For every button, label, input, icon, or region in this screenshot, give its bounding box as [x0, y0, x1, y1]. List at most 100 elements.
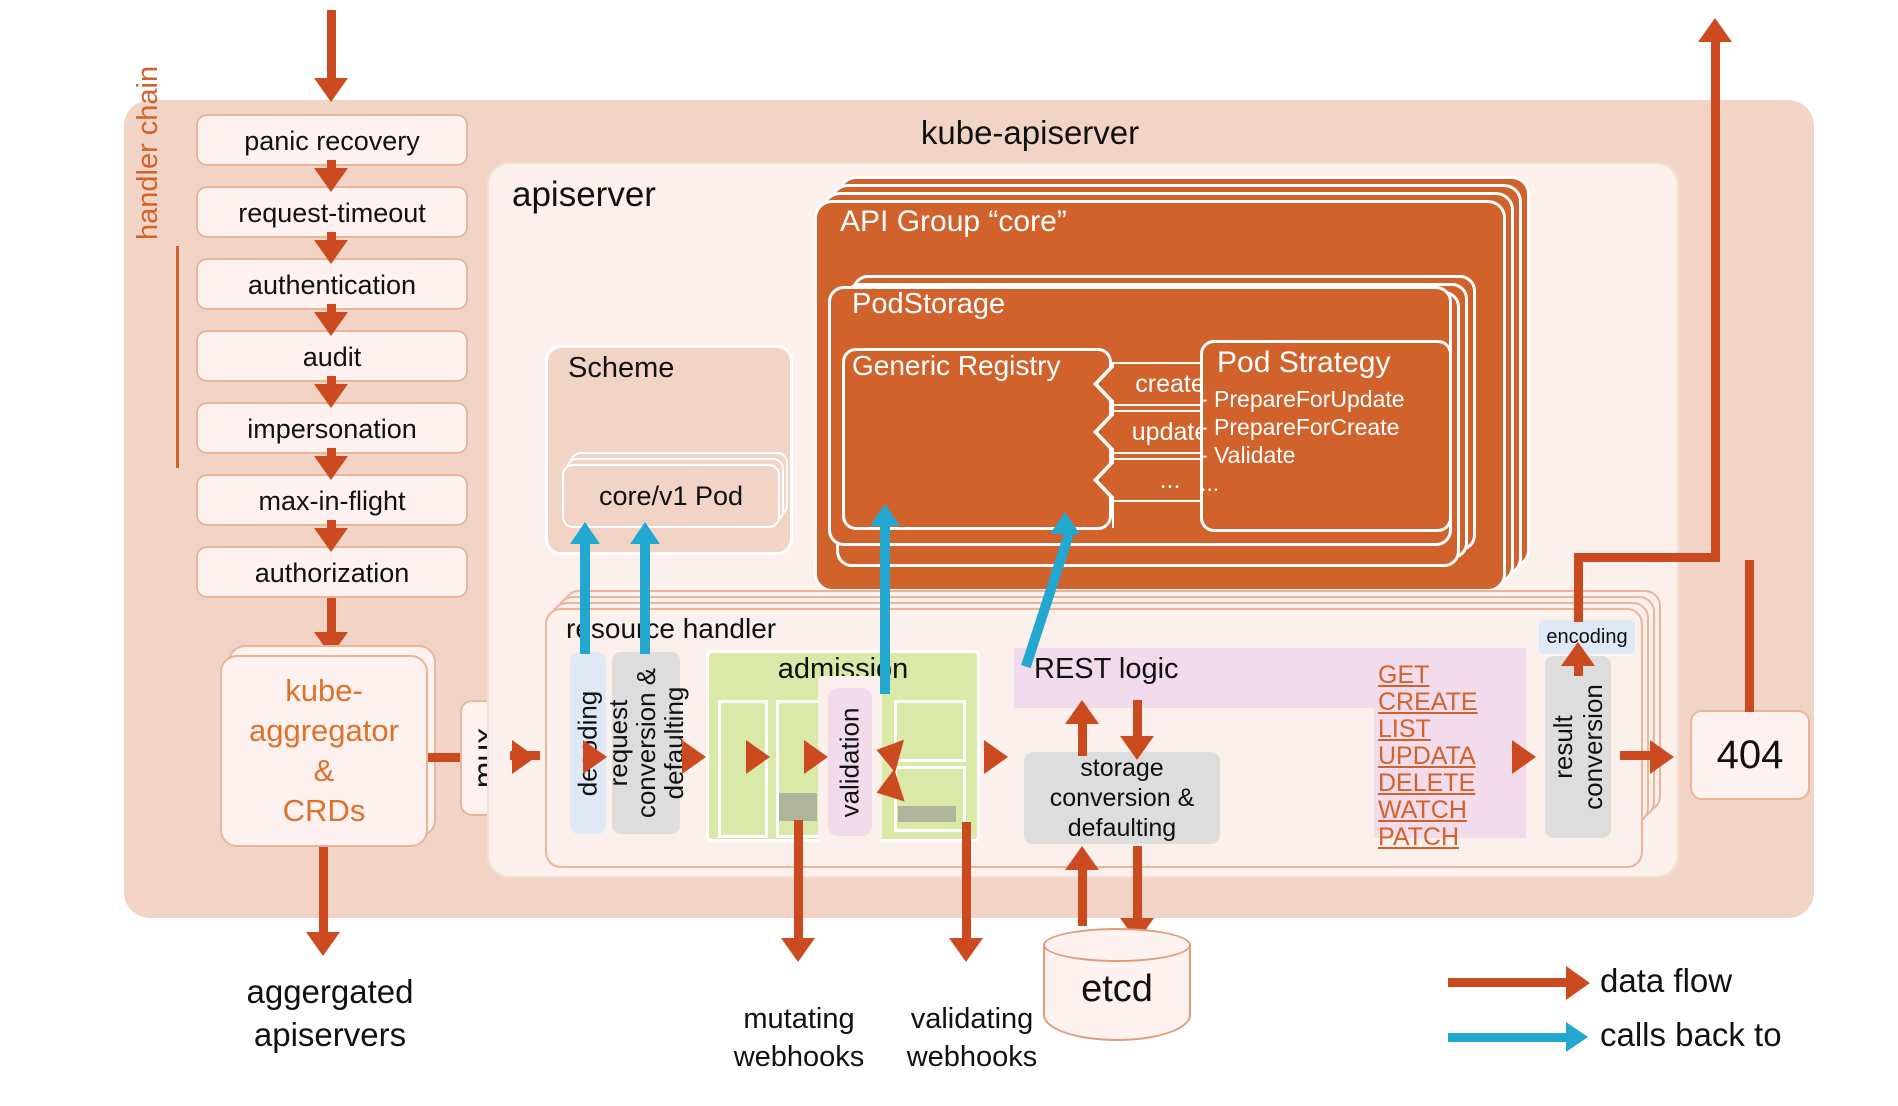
conversion-to-scheme-arrow	[630, 522, 660, 544]
api-group-title: API Group “core”	[840, 205, 1067, 238]
kube-aggregator-crds-box[interactable]: kube- aggregator & CRDs	[220, 655, 428, 847]
incoming-request-line	[327, 10, 336, 82]
chain-link-1-arrow	[314, 168, 348, 192]
admission-step-arrow-2	[804, 740, 828, 774]
incoming-request-arrowhead	[314, 78, 348, 102]
legend-data-flow-line	[1448, 978, 1570, 987]
pod-strategy-item-1: - PrepareForCreate	[1200, 414, 1400, 440]
storage-conversion-defaulting-box[interactable]: storage conversion & defaulting	[1024, 752, 1220, 844]
pod-strategy-item-0: - PrepareForUpdate	[1200, 386, 1405, 412]
admission-step-arrow-1	[746, 740, 770, 774]
legend-calls-back-arrowhead	[1566, 1022, 1588, 1052]
result-to-404-line	[1620, 751, 1656, 760]
admission-plugin-4[interactable]	[894, 766, 966, 832]
rest-to-storage-arrow	[1120, 736, 1154, 760]
aggregated-apiservers-label: aggergated apiservers	[200, 970, 460, 1056]
pod-storage-title: PodStorage	[852, 288, 1006, 320]
chain-link-2-arrow	[314, 240, 348, 264]
validating-webhooks-line-2: webhooks	[906, 1041, 1038, 1073]
verb-watch[interactable]: WATCH	[1378, 797, 1478, 824]
mutating-webhook-arrow	[781, 938, 815, 962]
mux-to-decoding-line	[510, 751, 540, 760]
aggregated-apiservers-line-1: aggergated	[246, 973, 414, 1010]
handler-impersonation[interactable]: impersonation	[196, 402, 468, 454]
verb-delete[interactable]: DELETE	[1378, 770, 1478, 797]
validation-label: validation	[834, 707, 865, 817]
verb-get[interactable]: GET	[1378, 662, 1478, 689]
validating-webhooks-line-1: validating	[910, 1003, 1034, 1035]
decoding-to-scheme-arrow	[570, 522, 600, 544]
mutating-webhooks-line-2: webhooks	[733, 1041, 865, 1073]
response-horizontal-line	[1574, 553, 1720, 562]
etcd-to-storage-line	[1078, 866, 1087, 926]
validating-webhook-line	[962, 822, 971, 944]
resource-handler-title: resource handler	[566, 613, 777, 644]
encoding-up-line	[1574, 586, 1583, 622]
validation-to-registry-arrow	[870, 504, 900, 526]
verb-updata[interactable]: UPDATA	[1378, 743, 1478, 770]
handler-request-timeout[interactable]: request-timeout	[196, 186, 468, 238]
request-conversion-label: request conversion & defaulting	[603, 667, 689, 819]
aggregator-line-2: aggregator	[249, 713, 399, 748]
chain-link-5-arrow	[314, 456, 348, 480]
request-conversion-defaulting-box[interactable]: request conversion & defaulting	[603, 652, 689, 834]
chain-to-aggregator-line	[327, 598, 336, 636]
validation-box[interactable]: validation	[828, 688, 872, 836]
aggregator-line-1: kube-	[285, 673, 363, 708]
legend-data-flow-arrowhead	[1566, 966, 1590, 1000]
decoding-to-conversion-arrow	[583, 740, 607, 774]
storage-conversion-line-3: defaulting	[1067, 814, 1177, 842]
conversion-to-admission-arrow	[682, 740, 706, 774]
handler-authorization[interactable]: authorization	[196, 546, 468, 598]
response-corner-line	[1574, 553, 1583, 587]
admission-plugin-3[interactable]	[894, 700, 966, 762]
box404-up-line	[1745, 560, 1754, 712]
scheme-title: Scheme	[568, 352, 675, 384]
aggregator-to-mux-line	[428, 753, 462, 762]
handler-audit[interactable]: audit	[196, 330, 468, 382]
scheme-core-v1-pod-card[interactable]: core/v1 Pod	[562, 464, 780, 528]
result-conversion-box[interactable]: result conversion	[1545, 656, 1611, 838]
storage-conversion-line-2: conversion &	[1049, 784, 1195, 812]
verb-patch[interactable]: PATCH	[1378, 824, 1478, 851]
rest-logic-to-strategy-arrow	[1050, 512, 1080, 534]
aggregator-line-4: CRDs	[282, 793, 366, 828]
storage-to-rest-arrow	[1065, 700, 1099, 724]
handler-chain-rule	[176, 246, 179, 468]
conversion-to-scheme-line	[640, 542, 650, 654]
admission-plugin-4-webhook-slot	[898, 806, 956, 822]
pod-strategy-items: - PrepareForUpdate - PrepareForCreate - …	[1200, 385, 1405, 497]
chain-link-6-arrow	[314, 528, 348, 552]
response-out-arrow	[1698, 18, 1732, 42]
mutating-webhooks-label: mutating webhooks	[718, 1000, 880, 1076]
kube-apiserver-title: kube-apiserver	[920, 114, 1140, 151]
handler-authentication[interactable]: authentication	[196, 258, 468, 310]
result-conversion-label: result conversion	[1548, 684, 1608, 810]
aggregator-line-3: &	[313, 753, 335, 788]
rest-verbs-list: GET CREATE LIST UPDATA DELETE WATCH PATC…	[1378, 662, 1478, 851]
validating-webhooks-label: validating webhooks	[890, 1000, 1054, 1076]
pod-strategy-item-2: - Validate	[1200, 442, 1296, 468]
storage-to-etcd-line	[1133, 846, 1142, 924]
pod-strategy-title: Pod Strategy	[1217, 346, 1391, 379]
legend-calls-back-line	[1448, 1033, 1570, 1042]
decoding-to-scheme-line	[580, 542, 590, 654]
verb-create[interactable]: CREATE	[1378, 689, 1478, 716]
aggregator-down-line	[319, 847, 328, 939]
result-conversion-line-2: conversion	[1578, 684, 1609, 810]
pod-strategy-item-3: ...	[1200, 470, 1220, 496]
rest-logic-label: REST logic	[1034, 653, 1179, 685]
verb-list[interactable]: LIST	[1378, 716, 1478, 743]
etcd-label: etcd	[1081, 968, 1153, 1010]
diagram-canvas: kube-apiserver handler chain panic recov…	[0, 0, 1898, 1106]
handler-panic-recovery[interactable]: panic recovery	[196, 114, 468, 166]
response-riser-line	[1711, 30, 1720, 562]
etcd-cylinder-top	[1043, 928, 1191, 962]
request-conversion-line-2: conversion &	[631, 667, 661, 819]
mutating-webhook-line	[794, 820, 803, 944]
chain-link-3-arrow	[314, 312, 348, 336]
status-404-box[interactable]: 404	[1690, 710, 1810, 800]
rest-to-storage-line	[1133, 700, 1142, 740]
handler-max-in-flight[interactable]: max-in-flight	[196, 474, 468, 526]
mutating-webhooks-line-1: mutating	[743, 1003, 855, 1035]
